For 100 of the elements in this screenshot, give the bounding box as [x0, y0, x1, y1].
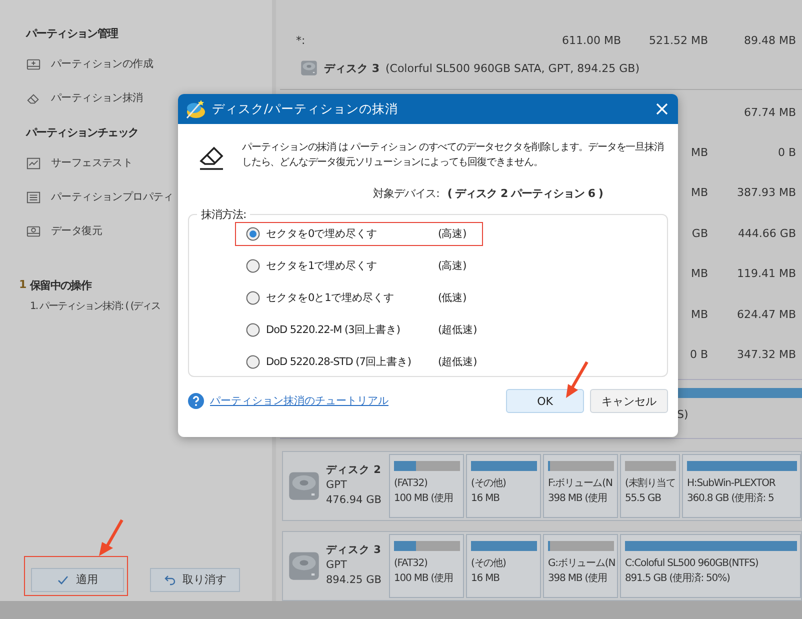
undo-button[interactable]: 取り消す — [150, 568, 240, 592]
table-cell: MB — [690, 186, 708, 200]
target-device: ( ディスク 2 パーティション 6 ) — [447, 186, 603, 201]
radio-button[interactable] — [246, 355, 260, 369]
partition-block[interactable]: (FAT32) 100 MB (使用 — [389, 454, 464, 518]
disk-size: 894.25 GB — [326, 573, 382, 588]
speed-label: (高速) — [438, 259, 466, 273]
disk-card[interactable]: ディスク 2 GPT 476.94 GB (FAT32) 100 MB (使用 (その他) 16 MB F:ボリューム(N 398 MB (使用 (未割り当て 55.5 GB H:SubWin-PLEXTOR 360.8 GB (使用済: 5 — [282, 450, 802, 521]
pointer-arrow — [96, 518, 126, 558]
partition-block[interactable]: (FAT32) 100 MB (使用 — [389, 534, 464, 598]
section-title: パーティション管理 — [26, 26, 120, 41]
table-cell: 347.32 MB — [736, 348, 796, 362]
drive-restore-icon — [26, 224, 41, 238]
partition-size: 16 MB — [471, 492, 500, 506]
partition-label: S) — [677, 408, 690, 421]
table-cell: 0 B — [690, 348, 708, 362]
table-cell: 119.41 MB — [736, 267, 796, 280]
check-icon — [57, 574, 69, 586]
speed-label: (高速) — [438, 227, 466, 241]
tutorial-link[interactable]: パーティション抹消のチュートリアル — [210, 394, 388, 408]
partition-label: (FAT32) — [394, 556, 428, 571]
disk-details: (Colorful SL500 960GB SATA, GPT, 894.25 GB) — [385, 62, 640, 74]
disk-card[interactable]: ディスク 3 GPT 894.25 GB (FAT32) 100 MB (使用 (その他) 16 MB G:ボリューム(N 398 MB (使用 C:Coloful SL500 960GB(NTFS) 891.5 GB (使用済: 50%) — [282, 530, 802, 601]
partition-label: G:ボリューム(N — [548, 556, 616, 571]
option-label[interactable]: DoD 5220.22-M (3回上書き) — [266, 323, 438, 337]
radio-button[interactable] — [246, 323, 260, 337]
table-cell: 624.47 MB — [736, 308, 796, 321]
sidebar-item[interactable]: パーティションの作成 — [51, 57, 154, 71]
partition-label: (未割り当て — [625, 476, 676, 491]
undo-icon — [164, 574, 176, 586]
cancel-button[interactable]: キャンセル — [590, 389, 668, 413]
dialog-title: ディスク/パーティションの抹消 — [212, 100, 400, 118]
drive-plus-icon — [26, 56, 41, 72]
table-cell: 0 B — [778, 146, 796, 160]
partition-block[interactable]: H:SubWin-PLEXTOR 360.8 GB (使用済: 5 — [682, 454, 801, 518]
partition-label: (FAT32) — [394, 476, 428, 491]
unallocated-bar — [625, 460, 676, 471]
drive-letter: *: — [296, 34, 306, 46]
ok-button[interactable]: OK — [506, 389, 584, 413]
disk-name: ディスク 3 — [324, 60, 380, 76]
close-icon[interactable] — [656, 103, 668, 115]
app-logo-icon — [184, 98, 206, 120]
partition-size: 100 MB (使用 — [394, 572, 453, 586]
partition-block[interactable]: F:ボリューム(N 398 MB (使用 — [543, 454, 618, 518]
disk-name: ディスク 2 — [326, 463, 381, 478]
partition-label: (その他) — [471, 556, 506, 571]
partition-block[interactable]: (その他) 16 MB — [466, 454, 541, 518]
apply-button[interactable]: 適用 — [31, 568, 124, 592]
speed-label: (超低速) — [438, 355, 477, 369]
disk-size: 476.94 GB — [326, 493, 382, 508]
table-cell: 67.74 MB — [744, 106, 796, 119]
option-label[interactable]: DoD 5220.28-STD (7回上書き) — [266, 355, 438, 369]
disk-name: ディスク 3 — [326, 543, 381, 558]
table-cell: 611.00 MB — [562, 34, 621, 46]
table-cell: MB — [690, 267, 708, 280]
partition-label: C:Coloful SL500 960GB(NTFS) — [625, 556, 758, 571]
partition-size: 360.8 GB (使用済: 5 — [687, 492, 774, 506]
list-icon — [26, 190, 41, 204]
partition-size: 398 MB (使用 — [548, 572, 607, 586]
radio-button[interactable] — [246, 291, 260, 305]
table-cell: MB — [690, 146, 708, 160]
partition-block[interactable]: (その他) 16 MB — [466, 534, 541, 598]
table-cell: MB — [690, 308, 708, 321]
radio-button[interactable] — [246, 227, 260, 241]
sidebar-item[interactable]: サーフェステスト — [51, 156, 133, 170]
help-icon — [188, 393, 204, 409]
partition-size: 16 MB — [471, 572, 500, 586]
radio-button[interactable] — [246, 259, 260, 273]
target-label: 対象デバイス: — [373, 186, 440, 201]
dialog-description: パーティションの抹消 は パーティション のすべてのデータセクタを削除します。データを一旦抹消したら、どんなデータ復元ソリューションによっても回復できません。 — [242, 140, 664, 170]
speed-label: (超低速) — [438, 323, 477, 337]
partition-size: 100 MB (使用 — [394, 492, 453, 506]
option-label[interactable]: セクタを0で埋め尽くす — [266, 227, 438, 241]
speed-label: (低速) — [438, 291, 466, 305]
partition-size: 891.5 GB (使用済: 50%) — [625, 572, 730, 586]
pending-operation: 1. パーティション抹消: ( (ディス — [30, 300, 160, 313]
table-cell: GB — [692, 226, 708, 240]
partition-label: (その他) — [471, 476, 506, 491]
option-label[interactable]: セクタを0と1で埋め尽くす — [266, 291, 438, 305]
chart-icon — [26, 156, 41, 170]
partition-style: GPT — [326, 558, 347, 574]
sidebar-item[interactable]: パーティションプロパティ — [51, 190, 174, 204]
table-cell: 89.48 MB — [744, 34, 796, 46]
table-cell: 387.93 MB — [736, 186, 796, 200]
partition-block[interactable]: G:ボリューム(N 398 MB (使用 — [543, 534, 618, 598]
option-label[interactable]: セクタを1で埋め尽くす — [266, 259, 438, 273]
partition-label: H:SubWin-PLEXTOR — [687, 476, 776, 491]
partition-block[interactable]: (未割り当て 55.5 GB — [620, 454, 680, 518]
partition-size: 398 MB (使用 — [548, 492, 607, 506]
group-title: 抹消方法: — [200, 207, 248, 222]
partition-size: 55.5 GB — [625, 492, 661, 506]
section-title: パーティションチェック — [26, 125, 140, 140]
sidebar-item[interactable]: パーティション抹消 — [51, 91, 143, 105]
partition-label: F:ボリューム(N — [548, 476, 612, 491]
pending-count: 1 — [19, 278, 26, 293]
sidebar-item[interactable]: データ復元 — [51, 224, 102, 238]
partition-block[interactable]: C:Coloful SL500 960GB(NTFS) 891.5 GB (使用済: 50%) — [620, 534, 801, 598]
table-cell: 444.66 GB — [738, 226, 796, 240]
partition-style: GPT — [326, 478, 347, 494]
table-cell: 521.52 MB — [648, 34, 708, 46]
